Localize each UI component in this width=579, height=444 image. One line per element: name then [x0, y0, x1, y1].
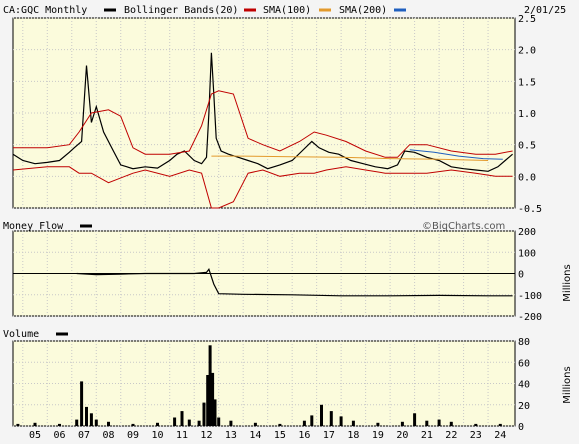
y-tick-label: 2.0: [518, 46, 536, 57]
y-tick-label: -100: [518, 291, 542, 302]
x-tick-label: 24: [494, 430, 506, 441]
volume-bar: [376, 422, 380, 426]
x-tick-label: 17: [323, 430, 335, 441]
x-tick-label: 07: [78, 430, 90, 441]
stock-chart: CA:GQC Monthly Bollinger Bands(20) SMA(1…: [0, 0, 579, 444]
x-tick-label: 11: [176, 430, 188, 441]
chart-canvas: CA:GQC Monthly Bollinger Bands(20) SMA(1…: [0, 5, 579, 441]
volume-bar: [107, 421, 110, 427]
x-tick-label: 16: [298, 430, 310, 441]
volume-bar: [278, 423, 282, 426]
volume-bar: [498, 423, 502, 426]
volume-bar: [213, 399, 217, 426]
x-tick-label: 23: [470, 430, 482, 441]
volume-ylabel: Millions: [562, 366, 573, 403]
volume-bar: [425, 420, 429, 426]
volume-bar: [85, 406, 88, 426]
x-tick-label: 20: [396, 430, 408, 441]
money-flow-title: Money Flow: [3, 221, 64, 232]
volume-bar: [187, 419, 191, 426]
volume-bar: [320, 404, 323, 427]
volume-bar: [89, 413, 93, 427]
volume-bar: [58, 423, 61, 426]
volume-bar: [400, 421, 404, 427]
y-tick-label: 1.5: [518, 77, 536, 88]
volume-bar: [131, 423, 135, 426]
money-flow-ylabel: Millions: [562, 264, 573, 301]
x-tick-label: 15: [274, 430, 286, 441]
x-tick-label: 05: [29, 430, 41, 441]
volume-bar: [217, 417, 221, 426]
volume-bar: [80, 381, 84, 426]
legend-label-sma100: SMA(100): [263, 5, 311, 16]
y-tick-label: 0: [518, 270, 524, 281]
x-tick-label: 19: [372, 430, 384, 441]
volume-bar: [310, 415, 314, 426]
x-tick-label: 08: [102, 430, 114, 441]
legend-label-bollinger: Bollinger Bands(20): [124, 5, 238, 16]
y-tick-label: 20: [518, 401, 530, 412]
volume-bar: [474, 423, 478, 426]
volume-bar: [302, 420, 306, 426]
volume-bar: [449, 421, 453, 427]
y-tick-label: 0.5: [518, 141, 536, 152]
chart-symbol-title: CA:GQC Monthly: [3, 5, 87, 16]
y-tick-label: 80: [518, 337, 530, 348]
x-tick-label: 06: [54, 430, 66, 441]
volume-bar: [329, 411, 333, 426]
y-tick-label: 200: [518, 227, 536, 238]
y-tick-label: 0: [518, 422, 524, 433]
x-tick-label: 09: [127, 430, 139, 441]
x-tick-label: 10: [151, 430, 163, 441]
x-tick-label: 22: [445, 430, 457, 441]
volume-bar: [253, 422, 257, 426]
volume-bar: [351, 420, 355, 426]
y-tick-label: 100: [518, 248, 536, 259]
x-tick-label: 12: [200, 430, 212, 441]
bigcharts-credit: ©BigCharts.com: [422, 221, 505, 232]
volume-bar: [180, 411, 184, 426]
volume-bar: [94, 419, 98, 426]
y-tick-label: 1.0: [518, 109, 536, 120]
volume-bar: [173, 417, 177, 426]
y-tick-label: 40: [518, 380, 530, 391]
volume-bar: [339, 416, 343, 426]
volume-bar: [197, 420, 201, 426]
x-tick-label: 13: [225, 430, 237, 441]
x-tick-label: 14: [249, 430, 261, 441]
y-tick-label: -0.5: [518, 204, 542, 215]
x-tick-label: 18: [347, 430, 359, 441]
volume-title: Volume: [3, 329, 39, 340]
y-tick-label: 0.0: [518, 172, 536, 183]
volume-bar: [33, 422, 37, 426]
volume-bar: [202, 402, 206, 426]
volume-bar: [16, 423, 20, 426]
volume-bar: [229, 420, 233, 426]
volume-bar: [437, 419, 441, 426]
y-tick-label: 2.5: [518, 14, 536, 25]
y-tick-label: -200: [518, 312, 542, 323]
volume-bar: [413, 413, 417, 427]
x-tick-label: 21: [421, 430, 433, 441]
volume-bar: [156, 422, 159, 426]
volume-bar: [75, 419, 79, 426]
legend-label-sma200: SMA(200): [339, 5, 387, 16]
y-tick-label: 60: [518, 358, 530, 369]
